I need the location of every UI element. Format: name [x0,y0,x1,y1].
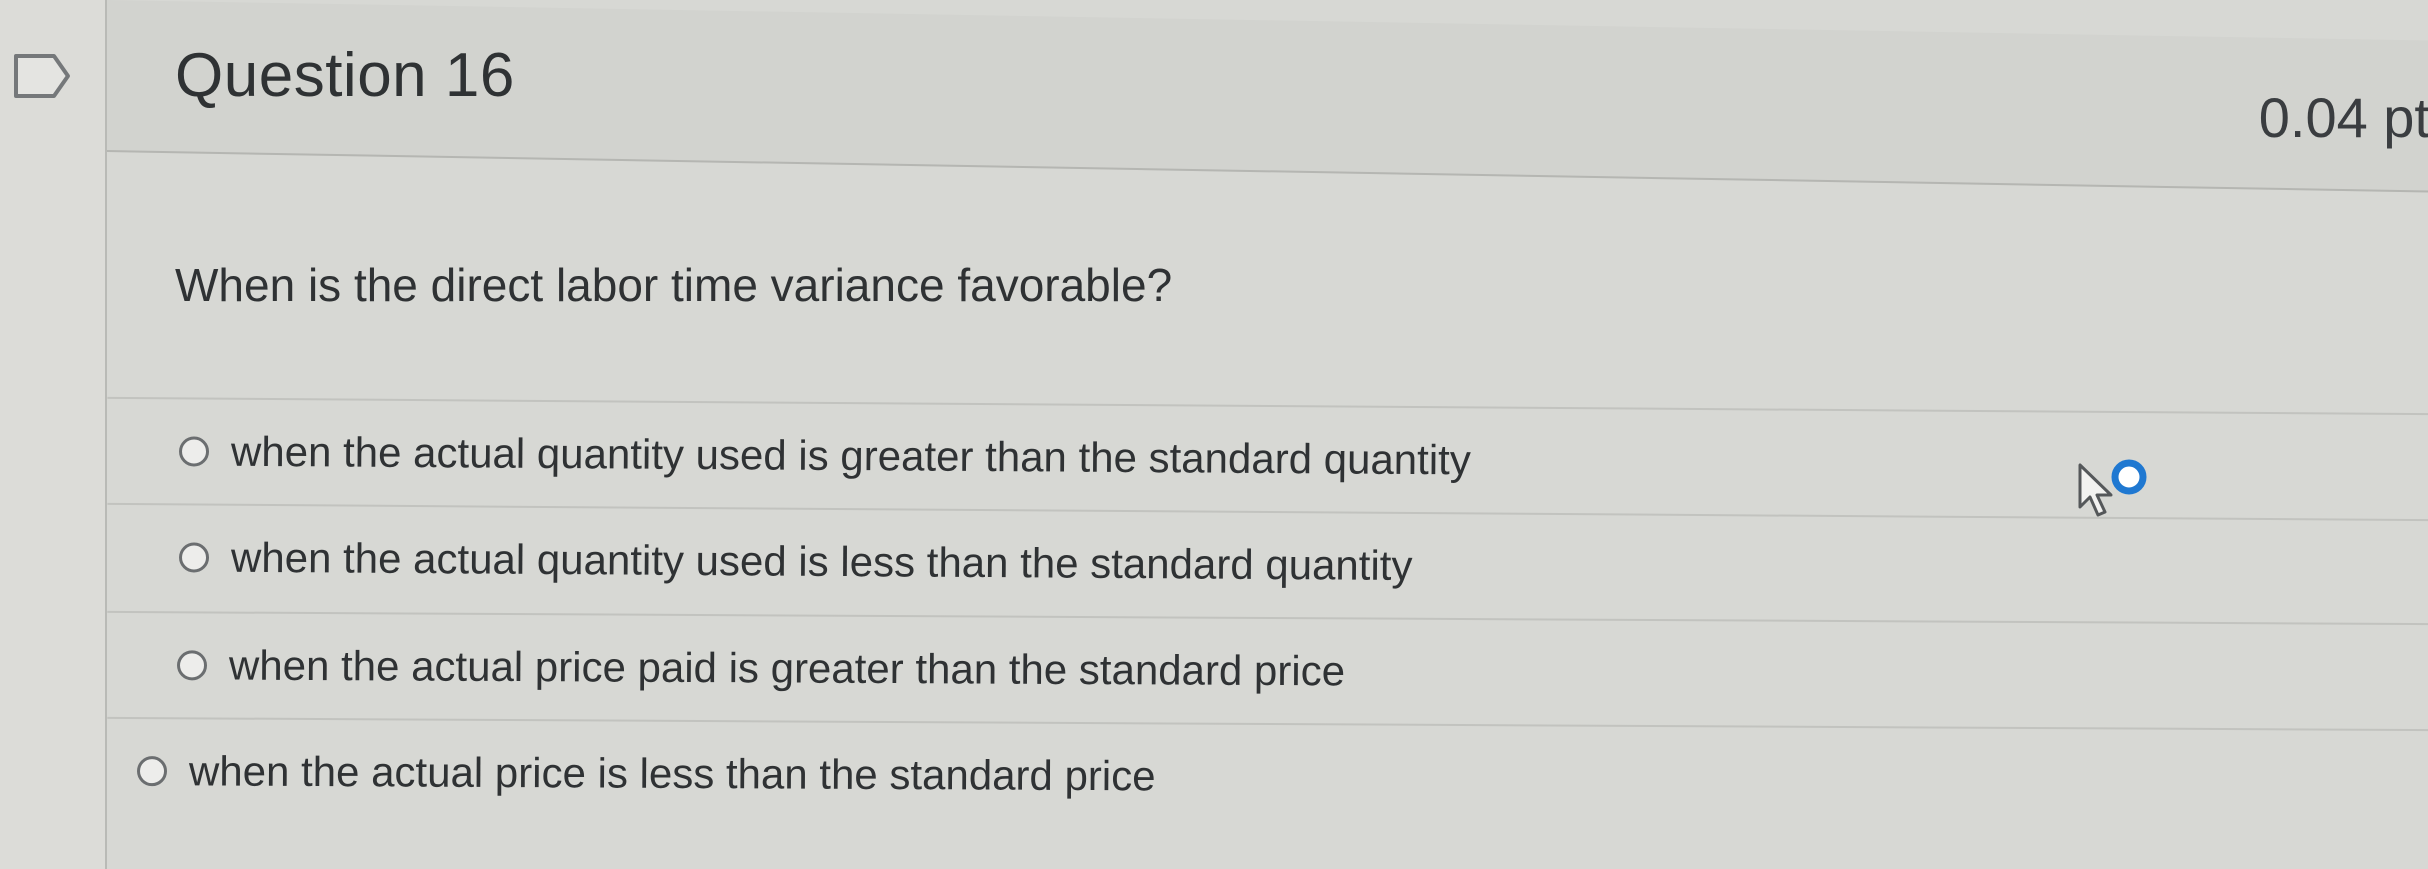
question-card: Question 16 0.04 pt When is the direct l… [105,0,2428,869]
question-text: When is the direct labor time variance f… [175,259,1173,311]
radio-button[interactable] [178,436,210,467]
flag-question-icon[interactable] [10,50,74,102]
question-title: Question 16 [175,41,515,110]
radio-button[interactable] [178,542,210,573]
answer-option-4[interactable]: when the actual price is less than the s… [106,716,2428,836]
answer-label: when the actual quantity used is greater… [230,427,1471,484]
question-points: 0.04 pt [2258,86,2428,149]
question-gutter [0,0,105,869]
quiz-page: Question 16 0.04 pt When is the direct l… [0,0,2428,869]
mouse-pointer-icon [2078,459,2147,517]
answer-option-3[interactable]: when the actual price paid is greater th… [106,610,2428,730]
answer-label: when the actual price paid is greater th… [228,641,1346,695]
radio-button[interactable] [136,756,168,787]
answer-label: when the actual quantity used is less th… [230,533,1413,590]
answer-label: when the actual price is less than the s… [188,747,1156,800]
radio-button[interactable] [176,650,208,681]
